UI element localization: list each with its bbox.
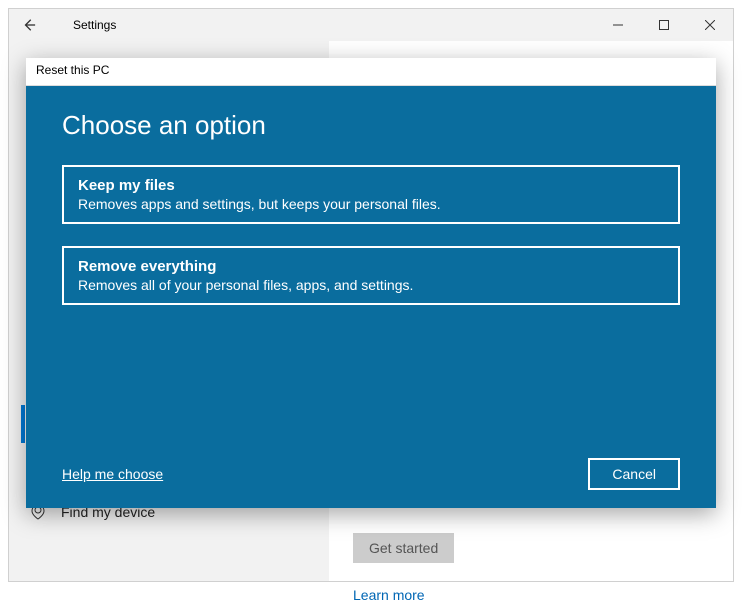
option-keep-files[interactable]: Keep my files Removes apps and settings,…	[62, 165, 680, 224]
cancel-button[interactable]: Cancel	[588, 458, 680, 490]
learn-more-link[interactable]: Learn more	[353, 587, 733, 603]
window-controls	[595, 9, 733, 41]
option-title: Remove everything	[78, 258, 664, 275]
close-icon	[705, 20, 715, 30]
option-desc: Removes apps and settings, but keeps you…	[78, 196, 664, 212]
option-desc: Removes all of your personal files, apps…	[78, 277, 664, 293]
back-button[interactable]	[9, 9, 49, 41]
reset-pc-dialog: Reset this PC Choose an option Keep my f…	[26, 58, 716, 508]
titlebar: Settings	[9, 9, 733, 41]
window-title: Settings	[73, 18, 116, 32]
dialog-body: Choose an option Keep my files Removes a…	[26, 86, 716, 508]
close-button[interactable]	[687, 9, 733, 41]
option-title: Keep my files	[78, 177, 664, 194]
help-me-choose-link[interactable]: Help me choose	[62, 466, 163, 482]
get-started-button[interactable]: Get started	[353, 533, 454, 563]
maximize-button[interactable]	[641, 9, 687, 41]
maximize-icon	[659, 20, 669, 30]
option-remove-everything[interactable]: Remove everything Removes all of your pe…	[62, 246, 680, 305]
dialog-title: Choose an option	[62, 110, 680, 141]
minimize-button[interactable]	[595, 9, 641, 41]
minimize-icon	[613, 20, 623, 30]
dialog-header: Reset this PC	[26, 58, 716, 86]
back-arrow-icon	[22, 18, 36, 32]
